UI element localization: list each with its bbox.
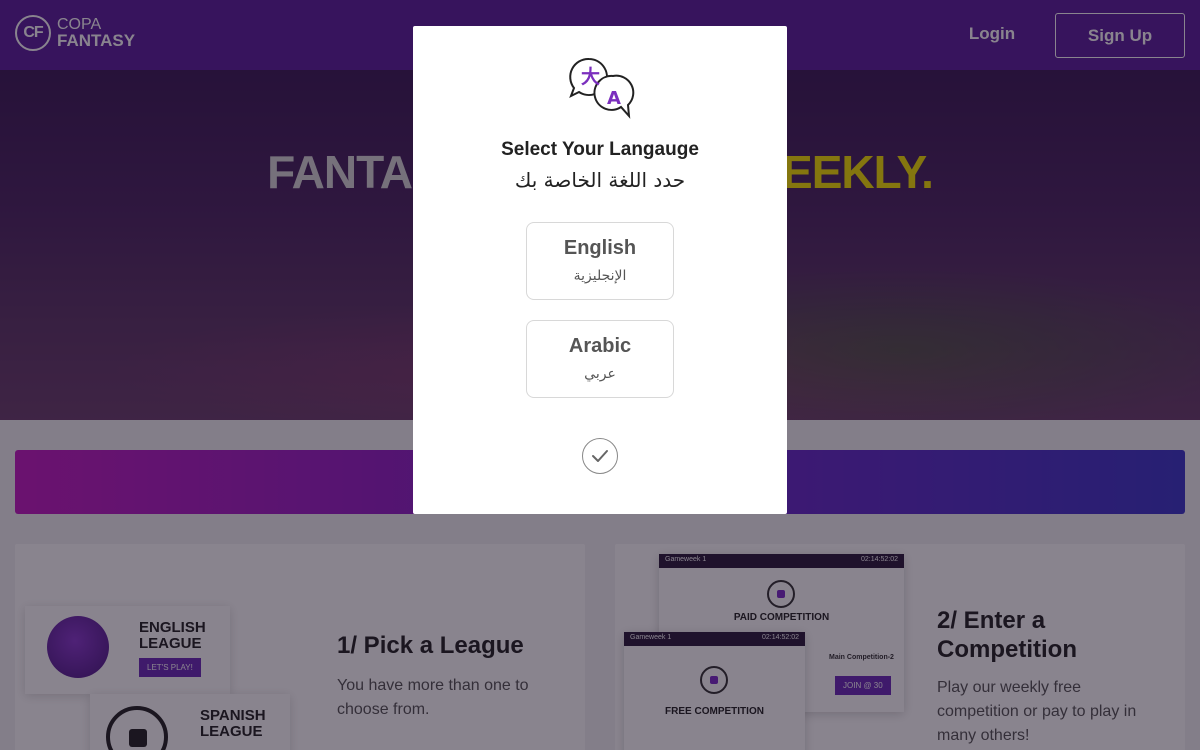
language-native-name: الإنجليزية <box>573 268 627 284</box>
svg-text:A: A <box>607 88 621 109</box>
modal-title: Select Your Langauge <box>501 139 699 160</box>
language-name: English <box>563 237 637 259</box>
language-name: Arabic <box>568 335 632 357</box>
language-option-english[interactable]: English الإنجليزية <box>526 222 674 300</box>
language-native-name: عربي <box>584 366 616 382</box>
confirm-button[interactable] <box>582 438 618 474</box>
check-icon <box>592 450 608 462</box>
language-option-arabic[interactable]: Arabic عربي <box>526 320 674 398</box>
language-modal: 大 A Select Your Langauge حدد اللغة الخاص… <box>413 26 787 514</box>
svg-text:大: 大 <box>581 65 600 88</box>
modal-subtitle-arabic: حدد اللغة الخاصة بك <box>514 168 686 192</box>
translate-icon: 大 A <box>565 54 635 124</box>
